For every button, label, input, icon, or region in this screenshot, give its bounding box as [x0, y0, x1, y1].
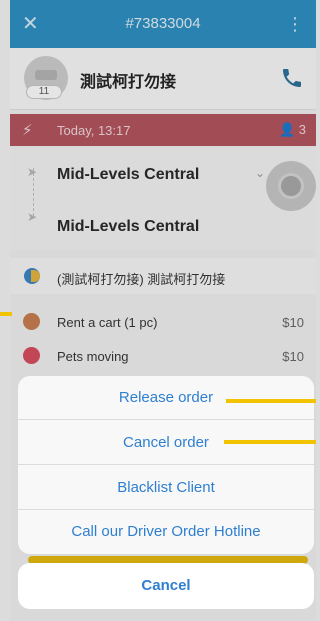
- annotation-pointer: [226, 399, 316, 403]
- blacklist-client-button[interactable]: Blacklist Client: [18, 466, 314, 510]
- cancel-button[interactable]: Cancel: [18, 563, 314, 609]
- annotation-pointer: [224, 440, 316, 444]
- release-order-button[interactable]: Release order: [18, 376, 314, 420]
- annotation-pointer: [0, 312, 12, 316]
- call-hotline-button[interactable]: Call our Driver Order Hotline: [18, 510, 314, 554]
